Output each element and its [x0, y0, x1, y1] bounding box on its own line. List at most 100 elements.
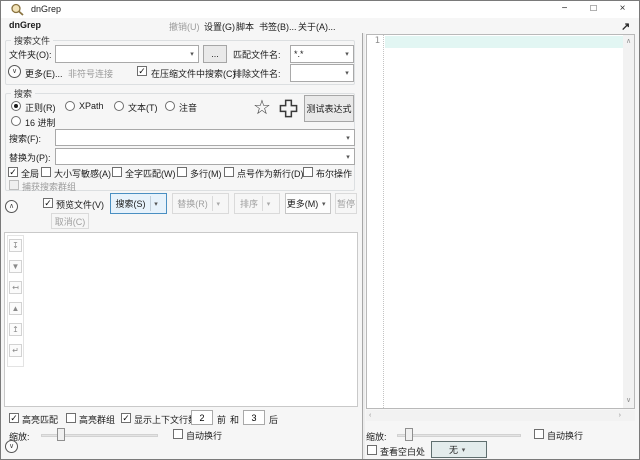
highlight-groups-label[interactable]: 高亮群组 — [79, 413, 115, 426]
preview-wrap-checkbox[interactable] — [534, 429, 544, 439]
close-button-icon[interactable]: × — [608, 1, 637, 17]
replace-button: 替换(R) ▾ — [172, 193, 229, 214]
case-sensitive-label[interactable]: 大小写敏感(A) — [54, 167, 111, 180]
folder-combobox[interactable]: ▾ — [55, 45, 199, 63]
add-bookmark-plus-icon[interactable] — [279, 99, 298, 118]
more-actions-button[interactable]: 更多(M) ▾ — [285, 193, 331, 214]
context-before-label: 前 — [217, 413, 226, 426]
chevron-down-icon[interactable]: ▾ — [341, 69, 353, 77]
highlight-groups-checkbox[interactable] — [66, 413, 76, 423]
search-type-hex-label[interactable]: 16 进制 — [25, 116, 56, 129]
minimize-button-icon[interactable]: − — [550, 1, 579, 17]
whitespace-mode-dropdown[interactable]: 无 ▾ — [431, 441, 487, 458]
preview-file-checkbox[interactable]: ✓ — [43, 198, 53, 208]
search-archives-checkbox[interactable]: ✓ — [137, 66, 147, 76]
expand-up-icon[interactable]: ▲ — [9, 302, 22, 315]
boolean-operators-checkbox[interactable] — [303, 167, 313, 177]
chevron-down-icon[interactable]: ▾ — [186, 50, 198, 58]
scroll-right-icon[interactable]: › — [619, 411, 621, 421]
search-button[interactable]: 搜索(S) ▾ — [110, 193, 167, 214]
open-in-new-window-icon[interactable]: ↗ — [621, 20, 630, 33]
preview-file-label[interactable]: 预览文件(V) — [56, 198, 104, 211]
editor-horizontal-scrollbar[interactable]: ‹ › — [366, 410, 635, 421]
show-whitespace-label[interactable]: 查看空白处 — [380, 445, 425, 458]
chevron-down-icon[interactable]: ▾ — [458, 446, 469, 454]
results-list[interactable]: ↧ ▼ ↤ ▲ ↥ ↵ — [4, 232, 358, 407]
context-lines-checkbox[interactable]: ✓ — [121, 413, 131, 423]
test-expression-button[interactable]: 测试表达式 — [304, 95, 354, 122]
scroll-up-icon[interactable]: ∧ — [626, 37, 631, 47]
multiline-checkbox[interactable] — [177, 167, 187, 177]
highlight-matches-checkbox[interactable]: ✓ — [9, 413, 19, 423]
chevron-down-icon[interactable]: ▾ — [342, 153, 354, 161]
menu-bookmarks[interactable]: 书签(B)... — [259, 20, 297, 33]
preview-zoom-label: 缩放: — [366, 430, 387, 443]
search-type-text-radio[interactable] — [114, 101, 124, 111]
search-type-text-label[interactable]: 文本(T) — [128, 101, 158, 114]
results-zoom-slider-thumb[interactable] — [57, 428, 65, 441]
search-type-hex-radio[interactable] — [11, 116, 21, 126]
chevron-down-icon[interactable]: ▾ — [341, 50, 353, 58]
chevron-down-icon[interactable]: ▾ — [318, 200, 329, 208]
preview-zoom-slider-track[interactable] — [397, 434, 521, 437]
scroll-down-icon[interactable]: ∨ — [626, 396, 631, 406]
sort-button: 排序 ▾ — [234, 193, 280, 214]
chevron-down-icon[interactable]: ▾ — [342, 134, 354, 142]
whole-word-label[interactable]: 全字匹配(W) — [125, 167, 176, 180]
panel-splitter[interactable] — [362, 33, 365, 460]
dot-as-newline-label[interactable]: 点号作为新行(D) — [237, 167, 304, 180]
more-options-expander[interactable]: 更多(E)... — [25, 67, 63, 80]
collapse-left-icon[interactable]: ↤ — [9, 281, 22, 294]
results-wrap-checkbox[interactable] — [173, 429, 183, 439]
context-after-input[interactable] — [243, 410, 265, 425]
search-type-regex-label[interactable]: 正则(R) — [25, 101, 56, 114]
results-wrap-label[interactable]: 自动换行 — [186, 429, 222, 442]
global-label[interactable]: 全局 — [21, 167, 39, 180]
multiline-label[interactable]: 多行(M) — [190, 167, 222, 180]
bookmark-star-icon[interactable]: ☆ — [253, 98, 271, 118]
search-for-label: 搜索(F): — [9, 132, 41, 145]
menu-script[interactable]: 脚本 — [236, 20, 254, 33]
context-lines-label[interactable]: 显示上下文行数 — [134, 413, 197, 426]
preview-wrap-label[interactable]: 自动换行 — [547, 429, 583, 442]
menu-dngrep[interactable]: dnGrep — [9, 20, 41, 30]
results-toolbar: ↧ ▼ ↤ ▲ ↥ ↵ — [7, 235, 24, 367]
case-sensitive-checkbox[interactable] — [41, 167, 51, 177]
replace-with-combobox[interactable]: ▾ — [55, 148, 355, 165]
boolean-operators-label[interactable]: 布尔操作 — [316, 167, 352, 180]
preview-editor[interactable]: 1 ∧ ∨ — [366, 34, 635, 409]
preview-zoom-slider-thumb[interactable] — [405, 428, 413, 441]
highlight-matches-label[interactable]: 高亮匹配 — [22, 413, 58, 426]
next-match-icon[interactable]: ↧ — [9, 239, 22, 252]
match-file-combobox[interactable]: *.* ▾ — [290, 45, 354, 63]
search-type-phonetic-label[interactable]: 注音 — [179, 101, 197, 114]
browse-folder-button[interactable]: ... — [203, 45, 227, 63]
menu-about[interactable]: 关于(A)... — [298, 20, 336, 33]
maximize-button-icon[interactable]: □ — [579, 1, 608, 17]
global-checkbox[interactable]: ✓ — [8, 167, 18, 177]
search-type-phonetic-radio[interactable] — [165, 101, 175, 111]
previous-match-icon[interactable]: ↥ — [9, 323, 22, 336]
expand-down-icon[interactable]: ▼ — [9, 260, 22, 273]
chevron-down-icon[interactable]: ▾ — [151, 200, 162, 208]
search-for-combobox[interactable]: ▾ — [55, 129, 355, 146]
scroll-left-icon[interactable]: ‹ — [369, 411, 371, 421]
search-archives-label[interactable]: 在压缩文件中搜索(C) — [151, 67, 236, 80]
show-whitespace-checkbox[interactable] — [367, 445, 377, 455]
dot-as-newline-checkbox[interactable] — [224, 167, 234, 177]
menu-undo: 撤销(U) — [169, 20, 200, 33]
match-file-label: 匹配文件名: — [233, 48, 281, 61]
context-before-input[interactable] — [191, 410, 213, 425]
titlebar[interactable]: dnGrep − □ × — [1, 1, 639, 18]
search-type-xpath-radio[interactable] — [65, 101, 75, 111]
bottom-expander-icon[interactable]: ∨ — [5, 440, 18, 453]
exclude-file-combobox[interactable]: ▾ — [290, 64, 354, 82]
menu-settings[interactable]: 设置(G) — [204, 20, 235, 33]
collapse-options-expander-icon[interactable]: ∧ — [5, 200, 18, 213]
editor-vertical-scrollbar[interactable]: ∧ ∨ — [623, 35, 634, 408]
whole-word-checkbox[interactable] — [112, 167, 122, 177]
search-type-regex-radio[interactable] — [11, 101, 21, 111]
search-type-xpath-label[interactable]: XPath — [79, 101, 104, 111]
wrap-lines-icon[interactable]: ↵ — [9, 344, 22, 357]
more-options-expander-icon[interactable]: ∨ — [8, 65, 21, 78]
